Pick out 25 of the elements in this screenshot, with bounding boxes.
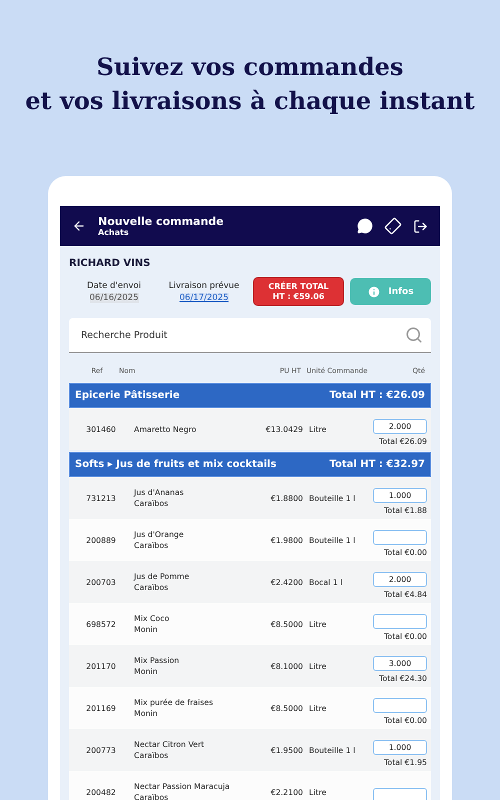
chat-bubble-icon[interactable]: [357, 218, 373, 234]
category-total: Total HT : €26.09: [329, 390, 425, 401]
date-value: 06/16/2025: [90, 292, 138, 302]
search-icon[interactable]: [405, 326, 423, 344]
category-name: Epicerie Pâtisserie: [75, 390, 180, 401]
back-button[interactable]: [72, 219, 86, 233]
create-order-button[interactable]: CRÉER TOTAL HT : €59.06: [253, 277, 344, 306]
logout-icon[interactable]: [413, 218, 428, 234]
quantity-field[interactable]: [373, 788, 427, 800]
screen-subtitle: Achats: [98, 228, 130, 237]
category-total: Total HT : €32.97: [329, 459, 425, 470]
quantity-field[interactable]: [373, 614, 427, 628]
headline: Suivez vos commandes et vos livraisons à chaque instant: [25, 51, 475, 117]
supplier-name: RICHARD VINS: [69, 258, 152, 269]
info-icon: [367, 284, 382, 298]
quantity-field[interactable]: [373, 530, 427, 544]
search-field[interactable]: Recherche Produit: [79, 328, 405, 342]
screen-title: Nouvelle commande: [98, 215, 225, 228]
date-label: Livraison prévue: [168, 280, 240, 290]
date-link[interactable]: 06/17/2025: [180, 292, 228, 302]
quantity-field[interactable]: [373, 698, 427, 712]
search-bar[interactable]: Recherche Produit: [69, 318, 431, 353]
screen-rotation-icon[interactable]: [385, 218, 401, 234]
category-name: Softs ▸ Jus de fruits et mix cocktails: [75, 459, 276, 470]
date-label: Date d'envoi: [87, 280, 141, 290]
